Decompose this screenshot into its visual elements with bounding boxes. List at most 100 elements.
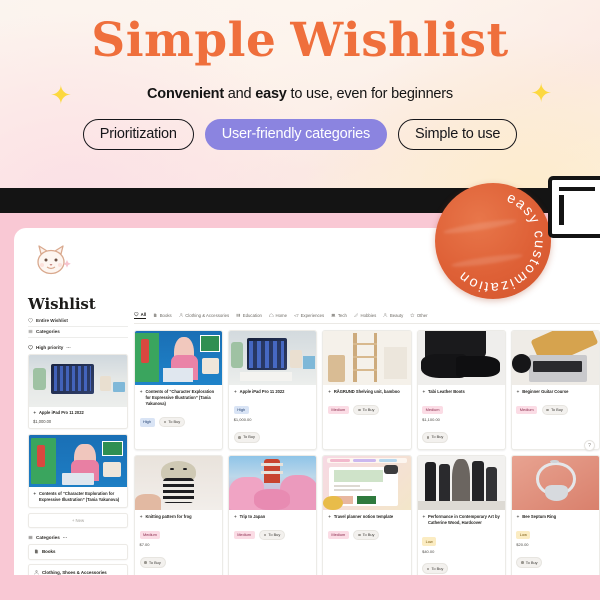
- sidebar-card[interactable]: ✦ Contents of “Character Exploration for…: [28, 434, 128, 508]
- status-label: To Buy: [431, 565, 444, 571]
- tab-label: Hobbies: [360, 312, 377, 318]
- status-label: To Buy: [362, 532, 375, 538]
- status-badge[interactable]: To Buy: [158, 416, 186, 428]
- sidebar-group-categories[interactable]: Categories ···: [28, 535, 128, 540]
- tab-clothing-accessories[interactable]: Clothing & Accessories: [178, 312, 230, 319]
- card-body: ✦ Tabi Leather Boots Medium $1,100.00 To…: [418, 385, 505, 449]
- page-title: Wishlist: [28, 295, 96, 313]
- card-title-row: ✦ Bee Septum Ring: [516, 514, 594, 520]
- sidebar-item-entire-wishlist[interactable]: Entire Wishlist: [28, 316, 128, 327]
- books-icon: [236, 313, 241, 317]
- priority-badge: Medium: [327, 531, 349, 540]
- person-icon: [383, 312, 388, 317]
- tab-all[interactable]: All: [134, 312, 147, 319]
- tab-label: Clothing & Accessories: [185, 312, 230, 318]
- plane-icon: [294, 313, 299, 318]
- wishlist-card[interactable]: ✦ RÅGRUND Shelving unit, bamboo Medium T…: [322, 329, 412, 450]
- tab-tech[interactable]: Tech: [331, 313, 347, 319]
- tab-other[interactable]: Other: [410, 312, 428, 319]
- tab-label: Home: [275, 312, 287, 318]
- promo-title: Simple Wishlist: [0, 17, 600, 64]
- card-price: $1,100.00: [422, 417, 440, 423]
- card-title: Trip to Japan: [239, 513, 266, 519]
- sidebar-card[interactable]: ✦ Apple iPad Pro 11 2022 $1,000.00: [28, 353, 128, 430]
- decorative-corner-glyph: [548, 176, 600, 238]
- tab-label: Other: [416, 312, 428, 318]
- card-thumbnail: [323, 330, 411, 385]
- status-badge[interactable]: To Buy: [258, 529, 286, 541]
- sidebar-new-button[interactable]: + New: [28, 512, 128, 528]
- status-badge[interactable]: To Buy: [353, 404, 380, 416]
- card-thumbnail: [417, 330, 505, 385]
- tab-hobbies[interactable]: Hobbies: [354, 313, 376, 319]
- wishlist-card[interactable]: ✦ Contents of “Character Exploration for…: [134, 329, 224, 450]
- sidebar-category-books[interactable]: Books: [28, 543, 128, 560]
- promo-subtitle-tail: to use, even for beginners: [286, 86, 454, 102]
- status-dot-icon: [546, 408, 549, 412]
- promo-subtitle-bold-2: easy: [255, 86, 287, 102]
- star-icon: ✦: [233, 388, 238, 394]
- tab-experiences[interactable]: Experiences: [294, 313, 324, 319]
- wishlist-card[interactable]: ✦ Travel planner notion template Medium …: [322, 454, 412, 575]
- status-label: To Buy: [525, 559, 538, 565]
- sidebar-category-clothing[interactable]: Clothing, Shoes & Accessories: [28, 564, 128, 575]
- status-badge[interactable]: To Buy: [516, 557, 543, 569]
- status-dot-icon: [521, 561, 524, 564]
- card-title-row: ✦ Performance in Contemporary Art by Cat…: [422, 514, 500, 526]
- status-badge[interactable]: To Buy: [422, 432, 449, 443]
- pill-simple-to-use[interactable]: Simple to use: [398, 119, 518, 150]
- status-badge[interactable]: To Buy: [353, 529, 380, 541]
- glyph-stem: [559, 195, 564, 225]
- tab-education[interactable]: Education: [236, 313, 262, 319]
- sidebar-group-more-icon[interactable]: ···: [63, 535, 68, 540]
- card-price: $20.00: [516, 542, 529, 548]
- status-badge[interactable]: To Buy: [233, 432, 260, 443]
- status-badge[interactable]: To Buy: [422, 563, 449, 575]
- priority-badge: Medium: [139, 531, 161, 540]
- star-icon: ✦: [516, 388, 520, 394]
- wishlist-card[interactable]: ✦ Beginner Guitar Course Medium To Buy: [510, 329, 600, 450]
- pill-prioritization[interactable]: Prioritization: [82, 119, 194, 150]
- wishlist-card[interactable]: ✦ Knitting pattern for frog Medium $7.00…: [134, 454, 224, 575]
- promo-header: Simple Wishlist ✦ ✦ Convenient and easy t…: [0, 0, 600, 188]
- card-title: Apple iPad Pro 11 2022: [38, 410, 84, 416]
- tab-home[interactable]: Home: [269, 313, 287, 319]
- card-thumbnail: [229, 330, 317, 385]
- card-price: $40.00: [422, 548, 435, 554]
- card-thumbnail: [229, 455, 317, 510]
- sidebar-item-label: Entire Wishlist: [36, 318, 68, 323]
- wishlist-card[interactable]: ✦ Tabi Leather Boots Medium $1,100.00 To…: [416, 329, 506, 450]
- card-body: ✦ Performance in Contemporary Art by Cat…: [418, 510, 505, 575]
- sidebar-item-label: Categories: [36, 328, 60, 334]
- status-badge[interactable]: To Buy: [139, 557, 166, 569]
- priority-badge: Medium: [516, 405, 538, 415]
- wishlist-card[interactable]: ✦ Performance in Contemporary Art by Cat…: [416, 454, 506, 575]
- star-icon: ✦: [327, 513, 332, 519]
- sidebar-item-categories[interactable]: Categories: [28, 327, 128, 338]
- status-dot-icon: [357, 533, 361, 537]
- sidebar-group-more-icon[interactable]: ···: [66, 345, 71, 350]
- help-button[interactable]: ?: [584, 440, 595, 451]
- shirt-icon: [34, 569, 39, 575]
- card-title: Beginner Guitar Course: [522, 388, 569, 394]
- heart-icon: [134, 312, 139, 317]
- status-dot-icon: [426, 436, 430, 439]
- card-thumbnail: [135, 330, 223, 385]
- sidebar-category-label: Books: [42, 549, 56, 555]
- status-badge[interactable]: To Buy: [541, 404, 568, 416]
- card-title: Knitting pattern for frog: [145, 513, 192, 519]
- star-icon: ✦: [33, 490, 37, 496]
- status-dot-icon: [426, 567, 430, 571]
- tab-label: Experiences: [300, 312, 325, 318]
- card-body: ✦ Apple iPad Pro 11 2022 $1,000.00: [29, 407, 127, 428]
- wishlist-card[interactable]: ✦ Bee Septum Ring Low $20.00 To Buy: [510, 454, 600, 575]
- tab-beauty[interactable]: Beauty: [383, 313, 403, 319]
- sidebar-group-high-priority[interactable]: High priority ···: [28, 345, 128, 350]
- wishlist-grid: ✦ Contents of “Character Exploration for…: [134, 329, 600, 575]
- sidebar-group-label: Categories: [36, 534, 60, 540]
- wishlist-card[interactable]: ✦ Apple iPad Pro 11 2022 High $1,000.00 …: [228, 329, 318, 450]
- wishlist-card[interactable]: ✦ Trip to Japan Medium To Buy: [228, 454, 318, 575]
- pill-user-friendly-categories[interactable]: User-friendly categories: [204, 119, 388, 150]
- star-icon: ✦: [33, 410, 37, 416]
- tab-books[interactable]: Books: [153, 313, 172, 319]
